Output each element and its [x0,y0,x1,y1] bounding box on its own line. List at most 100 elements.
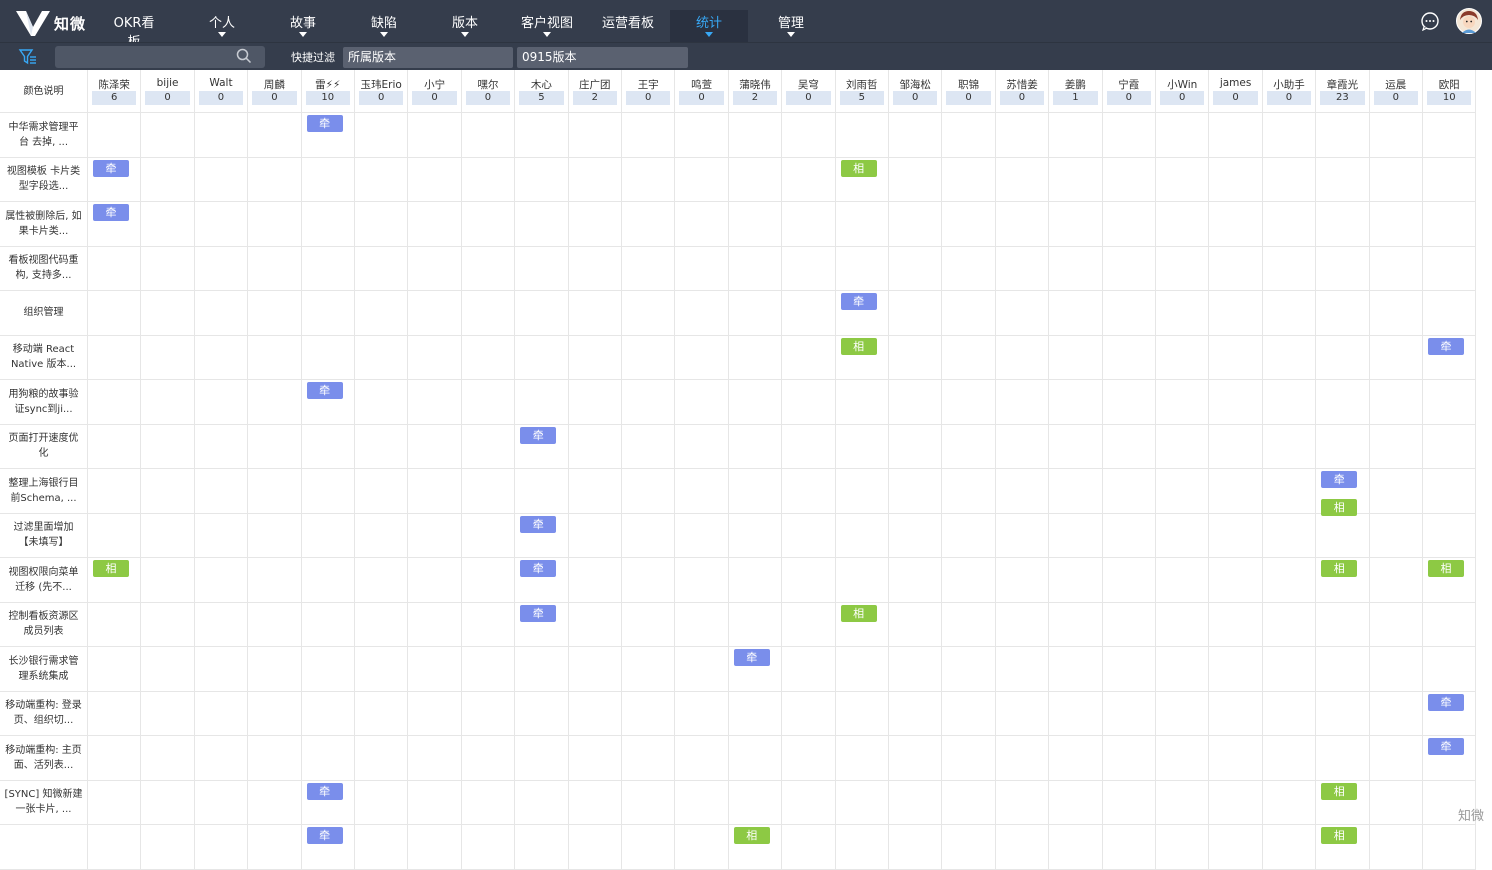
column-header[interactable]: 木心5 [515,70,568,112]
column-header[interactable]: 姜鹏1 [1049,70,1102,112]
related-tag[interactable]: 相 [1321,827,1357,844]
nav-item-8[interactable]: 管理 [774,12,808,42]
grid-cell[interactable] [1049,202,1102,246]
lead-tag[interactable]: 牵 [307,827,343,844]
grid-cell[interactable] [889,647,942,691]
grid-cell[interactable] [1263,336,1316,380]
grid-cell[interactable] [1263,291,1316,335]
grid-cell[interactable] [996,469,1049,513]
grid-cell[interactable]: 牵 [729,647,782,691]
grid-cell[interactable] [88,647,141,691]
grid-cell[interactable] [942,158,995,202]
grid-cell[interactable] [1209,291,1262,335]
nav-item-4[interactable]: 版本 [448,12,482,42]
nav-item-3[interactable]: 缺陷 [367,12,401,42]
grid-cell[interactable] [355,425,408,469]
grid-cell[interactable] [675,558,728,602]
nav-item-2[interactable]: 故事 [286,12,320,42]
grid-cell[interactable] [141,692,194,736]
grid-cell[interactable] [1263,469,1316,513]
grid-cell[interactable] [1103,736,1156,780]
grid-cell[interactable] [675,781,728,825]
lead-tag[interactable]: 牵 [307,382,343,399]
grid-cell[interactable]: 相 [88,558,141,602]
grid-cell[interactable] [836,514,889,558]
grid-cell[interactable] [462,647,515,691]
grid-cell[interactable] [141,425,194,469]
grid-cell[interactable] [729,113,782,157]
grid-cell[interactable] [1103,291,1156,335]
grid-cell[interactable] [141,469,194,513]
grid-cell[interactable] [408,558,461,602]
grid-cell[interactable] [1209,425,1262,469]
grid-cell[interactable] [248,514,301,558]
grid-cell[interactable] [569,647,622,691]
grid-cell[interactable] [782,558,835,602]
grid-cell[interactable] [836,736,889,780]
grid-cell[interactable] [996,336,1049,380]
grid-cell[interactable] [889,469,942,513]
grid-cell[interactable] [1263,781,1316,825]
grid-cell[interactable]: 牵 [1423,736,1476,780]
grid-cell[interactable] [248,291,301,335]
grid-cell[interactable] [836,113,889,157]
lead-tag[interactable]: 牵 [520,560,556,577]
grid-cell[interactable] [1103,603,1156,647]
grid-cell[interactable] [729,469,782,513]
grid-cell[interactable] [248,336,301,380]
grid-cell[interactable] [836,247,889,291]
grid-cell[interactable] [942,692,995,736]
grid-cell[interactable] [1156,113,1209,157]
column-header[interactable]: 蒲晓伟2 [729,70,782,112]
grid-cell[interactable]: 牵 [302,380,355,424]
grid-cell[interactable] [355,202,408,246]
nav-item-0[interactable]: OKR看板 [108,12,160,42]
grid-cell[interactable] [1156,158,1209,202]
grid-cell[interactable] [141,514,194,558]
filter-icon[interactable] [18,47,38,67]
grid-cell[interactable] [88,603,141,647]
grid-cell[interactable] [355,736,408,780]
grid-cell[interactable] [1156,291,1209,335]
grid-cell[interactable] [675,113,728,157]
grid-cell[interactable] [195,736,248,780]
story-title[interactable]: 移动端重构: 登录页、组织切... [0,692,88,736]
grid-cell[interactable] [88,469,141,513]
grid-cell[interactable] [1049,736,1102,780]
grid-cell[interactable] [836,692,889,736]
lead-tag[interactable]: 牵 [841,293,877,310]
grid-cell[interactable] [141,202,194,246]
grid-cell[interactable] [1370,158,1423,202]
grid-cell[interactable] [622,247,675,291]
grid-cell[interactable] [782,603,835,647]
related-tag[interactable]: 相 [1321,783,1357,800]
grid-cell[interactable] [408,692,461,736]
grid-cell[interactable] [996,781,1049,825]
grid-cell[interactable] [782,380,835,424]
column-header[interactable]: 嘿尔0 [462,70,515,112]
grid-cell[interactable] [1209,736,1262,780]
story-title[interactable]: 用狗粮的故事验证sync到ji... [0,380,88,424]
grid-cell[interactable] [462,514,515,558]
grid-cell[interactable] [622,736,675,780]
grid-cell[interactable] [355,380,408,424]
grid-cell[interactable]: 相 [1316,558,1369,602]
grid-cell[interactable] [942,603,995,647]
grid-cell[interactable]: 牵 [515,425,568,469]
grid-cell[interactable] [302,158,355,202]
grid-cell[interactable] [889,514,942,558]
grid-cell[interactable] [889,692,942,736]
grid-cell[interactable] [195,425,248,469]
grid-cell[interactable] [462,781,515,825]
grid-cell[interactable] [355,158,408,202]
grid-cell[interactable] [302,603,355,647]
grid-cell[interactable] [782,736,835,780]
grid-cell[interactable] [622,514,675,558]
grid-cell[interactable] [622,603,675,647]
grid-cell[interactable] [248,736,301,780]
grid-cell[interactable] [1209,247,1262,291]
grid-cell[interactable] [1103,781,1156,825]
grid-cell[interactable] [942,514,995,558]
grid-cell[interactable] [1049,647,1102,691]
grid-cell[interactable] [782,202,835,246]
